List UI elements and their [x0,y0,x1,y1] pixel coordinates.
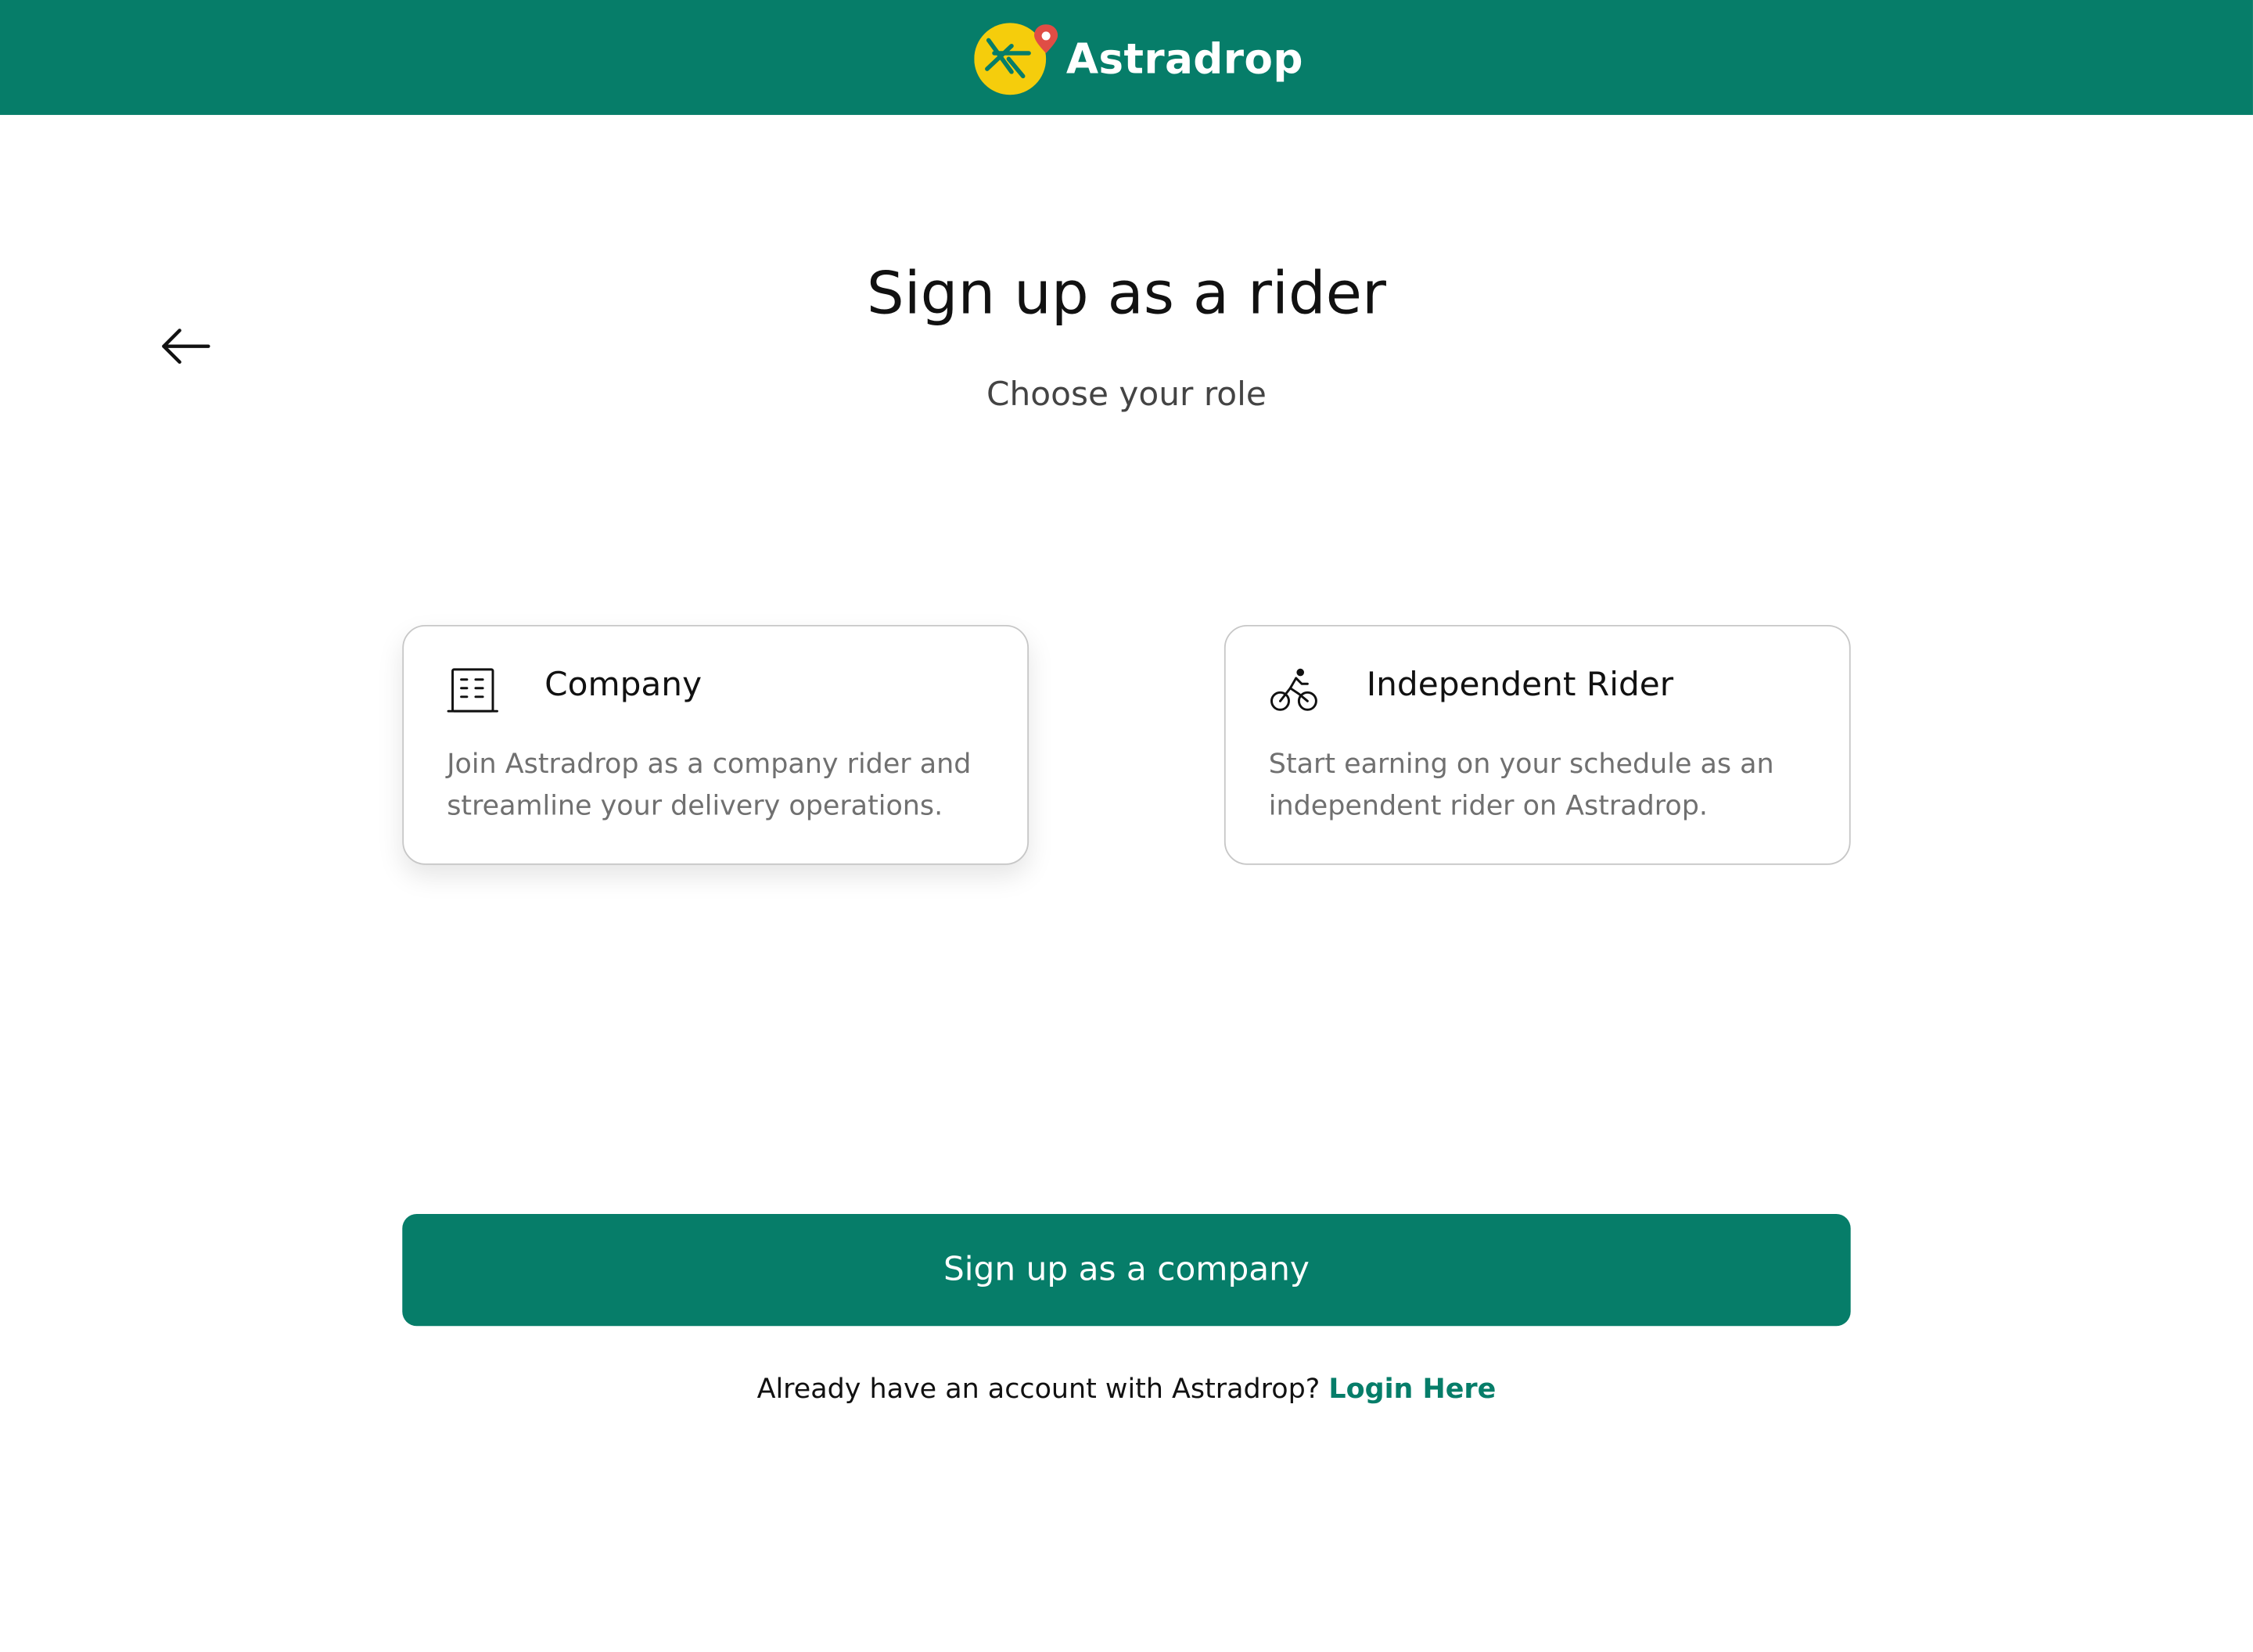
signup-page: Astradrop Sign up as a rider Choose your… [0,0,2253,1652]
role-card-description: Join Astradrop as a company rider and st… [447,748,972,822]
brand-name: Astradrop [1065,34,1303,84]
cyclist-icon [1269,665,1321,716]
role-card-independent-rider[interactable]: Independent Rider Start earning on your … [1224,624,1851,865]
building-icon [447,665,498,716]
role-card-title: Independent Rider [1366,666,1674,704]
arrow-left-icon [155,329,218,379]
page-title: Sign up as a rider [866,258,1386,328]
login-prompt-text: Already have an account with Astradrop? [756,1373,1321,1406]
page-subtitle: Choose your role [986,376,1267,414]
login-prompt: Already have an account with Astradrop? … [0,1374,2253,1405]
astradrop-logo-icon [974,22,1060,97]
top-bar: Astradrop [0,0,2253,115]
sign-up-company-button[interactable]: Sign up as a company [402,1214,1851,1327]
login-link[interactable]: Login Here [1328,1374,1496,1405]
brand[interactable]: Astradrop [974,22,1303,97]
role-card-title: Company [544,666,702,704]
role-card-description: Start earning on your schedule as an ind… [1268,748,1774,822]
role-card-company[interactable]: Company Join Astradrop as a company ride… [402,624,1029,865]
